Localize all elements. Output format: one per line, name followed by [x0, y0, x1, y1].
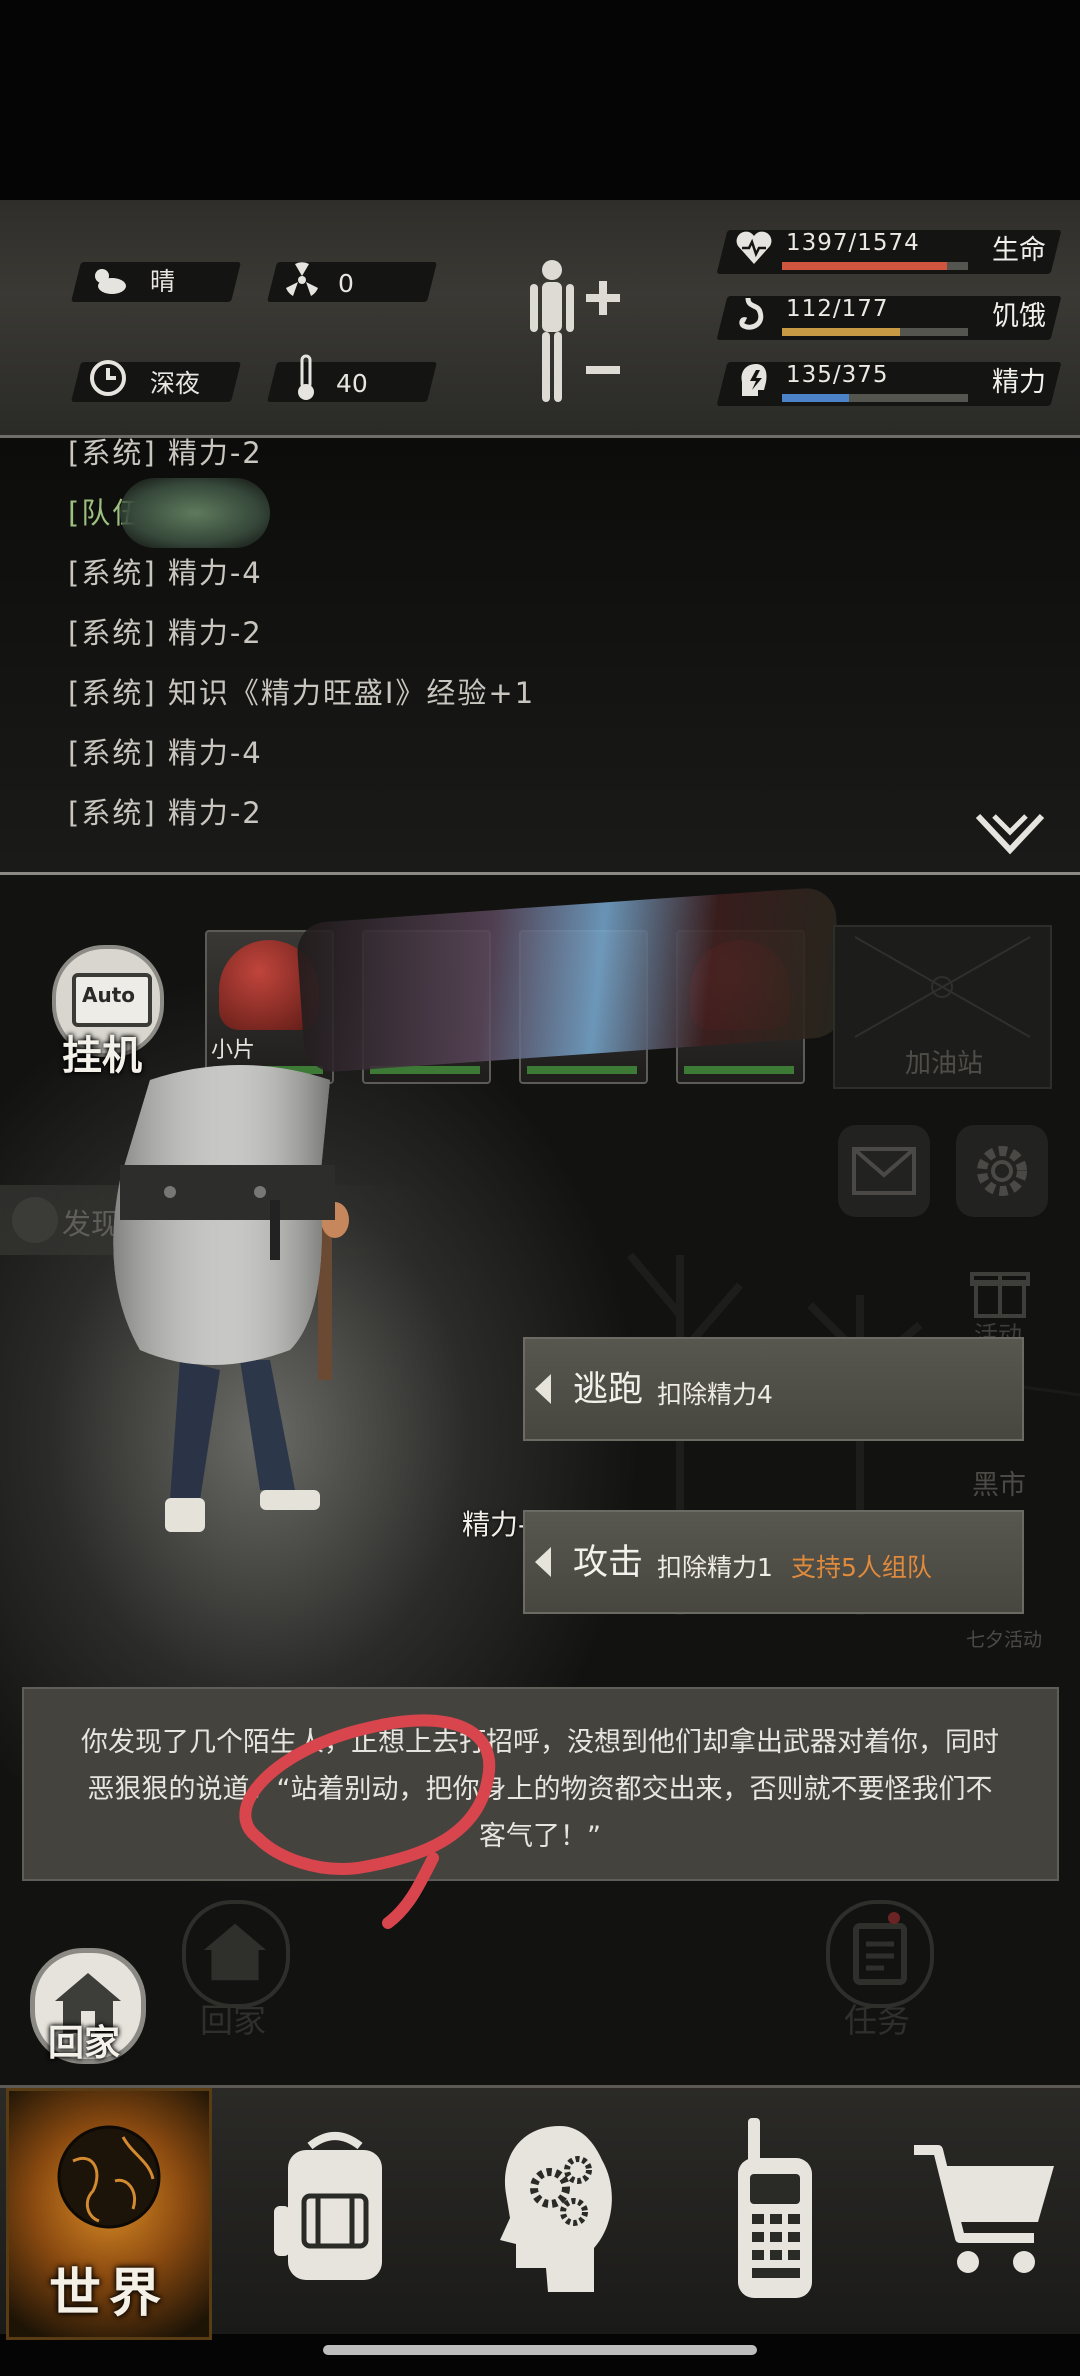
double-chevron-down-icon[interactable]	[974, 810, 1046, 862]
tab-skills[interactable]	[460, 2088, 660, 2334]
gas-station-slot[interactable]: 加油站	[833, 925, 1052, 1089]
cloudy-sun-icon	[95, 269, 126, 294]
tab-radio[interactable]	[680, 2088, 880, 2334]
skills-head-icon	[500, 2126, 612, 2292]
enemy-character	[113, 1065, 349, 1532]
hunger-bar-track	[782, 328, 968, 336]
bottom-nav: 世界	[0, 2085, 1080, 2340]
gear-icon	[977, 1146, 1027, 1196]
scribble-redaction	[120, 478, 270, 548]
health-label: 生命	[992, 235, 1046, 266]
attack-label: 攻击	[573, 1543, 644, 1583]
game-scene: Auto 挂机 小片 加油站 发现大 活动 黑市 七夕活动 精力-2 逃跑 扣除…	[0, 875, 1080, 2085]
task-button[interactable]	[826, 1900, 934, 2008]
ghost-home-label: 回家	[200, 2001, 266, 2040]
ghost-home-button	[182, 1900, 290, 2008]
heart-icon	[736, 231, 772, 264]
house-icon	[203, 1923, 267, 1981]
time-label: 深夜	[150, 369, 201, 398]
empty-slot-cross-icon	[854, 936, 1031, 1038]
shop-cart-icon	[914, 2145, 1054, 2273]
log-line: [系统] 精力-2	[68, 438, 263, 470]
attack-team-note: 支持5人组队	[791, 1553, 932, 1582]
log-line: [系统] 知识《精力旺盛Ⅰ》经验+1	[68, 676, 536, 710]
task-label: 任务	[844, 2001, 910, 2040]
hunger-label: 饥饿	[992, 301, 1046, 332]
team-member-hp	[527, 1066, 637, 1074]
arrow-left-icon	[535, 1374, 551, 1404]
flee-label: 逃跑	[573, 1370, 644, 1410]
thermometer-icon	[298, 354, 314, 400]
red-circle-annotation	[239, 1714, 496, 1929]
health-bar-fill	[782, 262, 948, 270]
flee-cost: 扣除精力4	[657, 1380, 773, 1409]
mail-icon	[852, 1147, 916, 1195]
radio-icon	[738, 2118, 812, 2298]
backpack-icon	[274, 2132, 382, 2280]
health-value: 1397/1574	[786, 230, 920, 256]
hunger-value: 112/177	[786, 296, 889, 322]
auto-label: Auto	[82, 983, 136, 1007]
message-log[interactable]: [系统] 精力-2 [队伍] [系统] 精力-4 [系统] 精力-2 [系统] …	[0, 438, 1080, 872]
team-member-hp	[684, 1066, 794, 1074]
attack-button[interactable]: 攻击 扣除精力1 支持5人组队	[523, 1510, 1024, 1614]
skull-icon	[12, 1197, 58, 1243]
gas-station-label: 加油站	[905, 1049, 984, 1079]
body-figure-icon[interactable]	[520, 258, 630, 408]
log-line: [系统] 精力-4	[68, 556, 263, 590]
stamina-label: 精力	[992, 367, 1046, 398]
weather-label: 晴	[150, 267, 176, 296]
tab-backpack[interactable]	[240, 2088, 440, 2334]
arrow-left-icon	[535, 1547, 551, 1577]
stamina-bar-track	[782, 394, 968, 402]
tab-world[interactable]: 世界	[6, 2088, 212, 2340]
stomach-icon	[739, 297, 764, 330]
clipboard-icon	[853, 1923, 907, 1985]
settings-button[interactable]	[956, 1125, 1048, 1217]
event-label[interactable]: 七夕活动	[966, 1625, 1042, 1652]
tab-world-label: 世界	[48, 2264, 169, 2324]
flee-button[interactable]: 逃跑 扣除精力4	[523, 1337, 1024, 1441]
gift-icon[interactable]	[970, 1260, 1030, 1320]
clock-icon	[90, 360, 126, 396]
mail-button[interactable]	[838, 1125, 930, 1217]
dialogue-box: 你发现了几个陌生人，正想上去打招呼，没想到他们却拿出武器对着你，同时恶狠狠的说道…	[22, 1687, 1059, 1881]
globe-icon	[57, 2125, 161, 2229]
hunger-bar-fill	[782, 328, 900, 336]
home-indicator[interactable]	[323, 2345, 757, 2355]
stamina-value: 135/375	[786, 362, 889, 388]
black-market-label[interactable]: 黑市	[972, 1463, 1026, 1502]
home-label: 回家	[48, 2023, 121, 2064]
head-lightning-icon	[741, 364, 767, 396]
status-panel: 晴 0 深夜 40 1397/1574 生命 112/177 饥饿 135/37…	[0, 200, 1080, 438]
attack-cost: 扣除精力1	[657, 1553, 773, 1582]
log-line: [系统] 精力-4	[68, 736, 263, 770]
log-line: [系统] 精力-2	[68, 796, 263, 830]
tab-shop[interactable]	[880, 2088, 1080, 2334]
stamina-bar-fill	[782, 394, 849, 402]
notification-dot	[888, 1912, 900, 1924]
monitor-icon: Auto	[72, 973, 152, 1027]
radiation-value: 0	[338, 269, 354, 298]
log-line: [系统] 精力-2	[68, 616, 263, 650]
radiation-icon	[286, 262, 318, 296]
health-bar-track	[782, 262, 968, 270]
temperature-value: 40	[336, 369, 368, 398]
